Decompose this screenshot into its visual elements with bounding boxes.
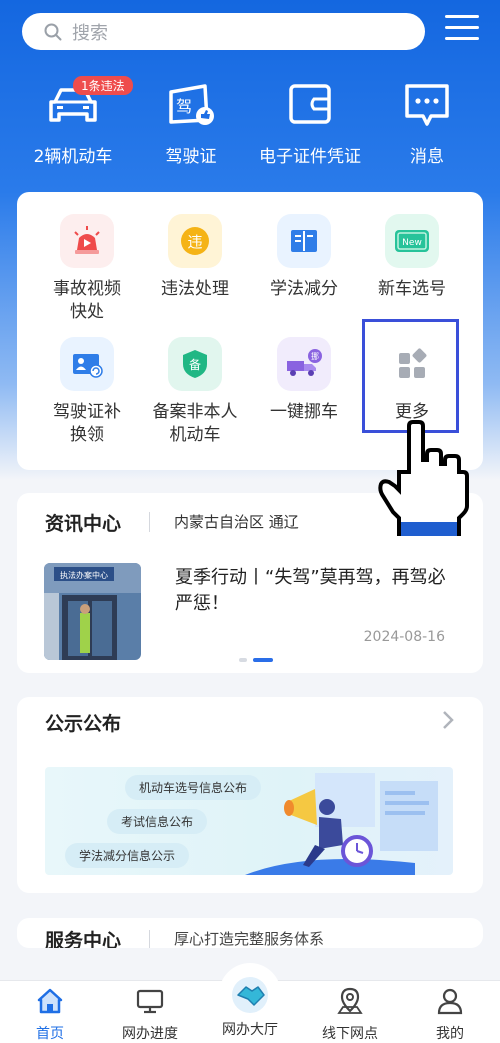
tab-label: 首页 [36,1026,64,1042]
svg-text:备: 备 [189,358,201,372]
search-placeholder: 搜索 [72,22,108,44]
handshake-icon [232,977,268,1013]
tab-home[interactable]: 首页 [0,987,100,1043]
violation-badge: 1条违法 [73,76,133,95]
violation-icon: 违 [168,214,222,268]
service-label: 备案非本人机动车 [152,402,238,445]
publish-item[interactable]: 机动车选号信息公布 [125,775,262,800]
quick-links: 1条违法 2辆机动车 驾 驾驶证 电子证件凭证 消息 [0,76,500,170]
tab-offline-sites[interactable]: 线下网点 [300,987,400,1043]
service-label: 学法减分 [270,279,338,299]
publish-section-title: 公示公布 [45,713,122,735]
megaphone-illustration [245,773,438,875]
carousel-indicator [239,658,273,662]
svg-text:New: New [402,238,422,248]
carousel-dot-active [253,658,273,662]
monitor-icon [136,989,164,1014]
highlight-frame [362,319,459,433]
carousel-dot [239,658,247,662]
chevron-right-icon[interactable] [441,709,455,737]
pointer-hand-icon [378,420,469,536]
publish-item[interactable]: 学法减分信息公示 [65,843,190,868]
menu-icon[interactable] [445,15,479,45]
wallet-icon [280,80,340,130]
tab-label: 网办大厅 [222,1022,278,1038]
service-register-vehicle[interactable]: 备 备案非本人机动车 [137,337,253,447]
service-violation[interactable]: 违 违法处理 [137,214,253,301]
news-date: 2024-08-16 [363,629,445,645]
service-move-car[interactable]: 挪 一键挪车 [246,337,362,424]
news-thumbnail[interactable]: 执法办案中心 [44,563,141,660]
service-license-renew[interactable]: 驾驶证补换领 [29,337,145,447]
tab-label: 网办进度 [122,1026,178,1042]
service-new-plate[interactable]: New 新车选号 [354,214,470,301]
tab-service-hall[interactable]: 网办大厅 [200,975,300,1039]
id-card-icon [60,337,114,391]
svg-text:执法办案中心: 执法办案中心 [60,570,108,580]
license-icon: 驾 [161,80,221,130]
tab-label: 线下网点 [322,1026,378,1042]
quick-e-certificate[interactable]: 电子证件凭证 [252,80,368,167]
svg-text:违: 违 [187,233,202,251]
quick-license-label: 驾驶证 [165,147,217,167]
new-plate-icon: New [385,214,439,268]
service-label: 事故视频快处 [53,279,121,322]
news-headline[interactable]: 夏季行动丨“失驾”莫再驾，再驾必严惩！ [175,565,455,617]
service-label: 一键挪车 [270,402,338,422]
service-center-card: 服务中心 厚心打造完整服务体系 [17,918,483,948]
news-section-title: 资讯中心 [45,513,122,535]
quick-messages[interactable]: 消息 [384,80,470,167]
divider [149,512,150,532]
car-icon: 1条违法 [43,76,133,130]
publish-item[interactable]: 考试信息公布 [107,809,208,834]
publish-card: 公示公布 机动车选号信息公布 考试信息公布 学法减分信息公示 [17,697,483,893]
tab-progress[interactable]: 网办进度 [100,987,200,1043]
service-label: 新车选号 [378,279,446,299]
tab-label: 我的 [436,1026,464,1042]
divider [149,930,150,948]
quick-vehicles-label: 2辆机动车 [33,147,113,167]
user-icon [437,988,463,1015]
bottom-tab-bar: 首页 网办进度 网办大厅 线下网点 我的 [0,963,500,1043]
search-icon [44,23,62,40]
shield-icon: 备 [168,337,222,391]
svg-text:驾: 驾 [176,97,192,116]
home-icon [37,988,63,1014]
tow-truck-icon: 挪 [277,337,331,391]
service-label: 违法处理 [161,279,229,299]
tab-mine[interactable]: 我的 [400,987,500,1043]
quick-e-certificate-label: 电子证件凭证 [259,147,361,167]
service-center-subtitle: 厚心打造完整服务体系 [174,930,325,948]
service-label: 驾驶证补换领 [53,402,121,445]
quick-messages-label: 消息 [410,147,444,167]
message-icon [397,80,457,130]
news-region[interactable]: 内蒙古自治区 通辽 [174,511,299,532]
quick-license[interactable]: 驾 驾驶证 [146,80,236,167]
quick-vehicles[interactable]: 1条违法 2辆机动车 [28,76,133,167]
svg-text:挪: 挪 [311,351,319,361]
service-study-points[interactable]: 学法减分 [246,214,362,301]
search-bar[interactable]: 搜索 [22,13,425,50]
siren-icon [60,214,114,268]
publish-banner[interactable]: 机动车选号信息公布 考试信息公布 学法减分信息公示 [45,767,453,875]
service-center-title: 服务中心 [45,930,122,948]
location-icon [337,987,363,1014]
service-accident-video[interactable]: 事故视频快处 [29,214,145,324]
book-icon [277,214,331,268]
